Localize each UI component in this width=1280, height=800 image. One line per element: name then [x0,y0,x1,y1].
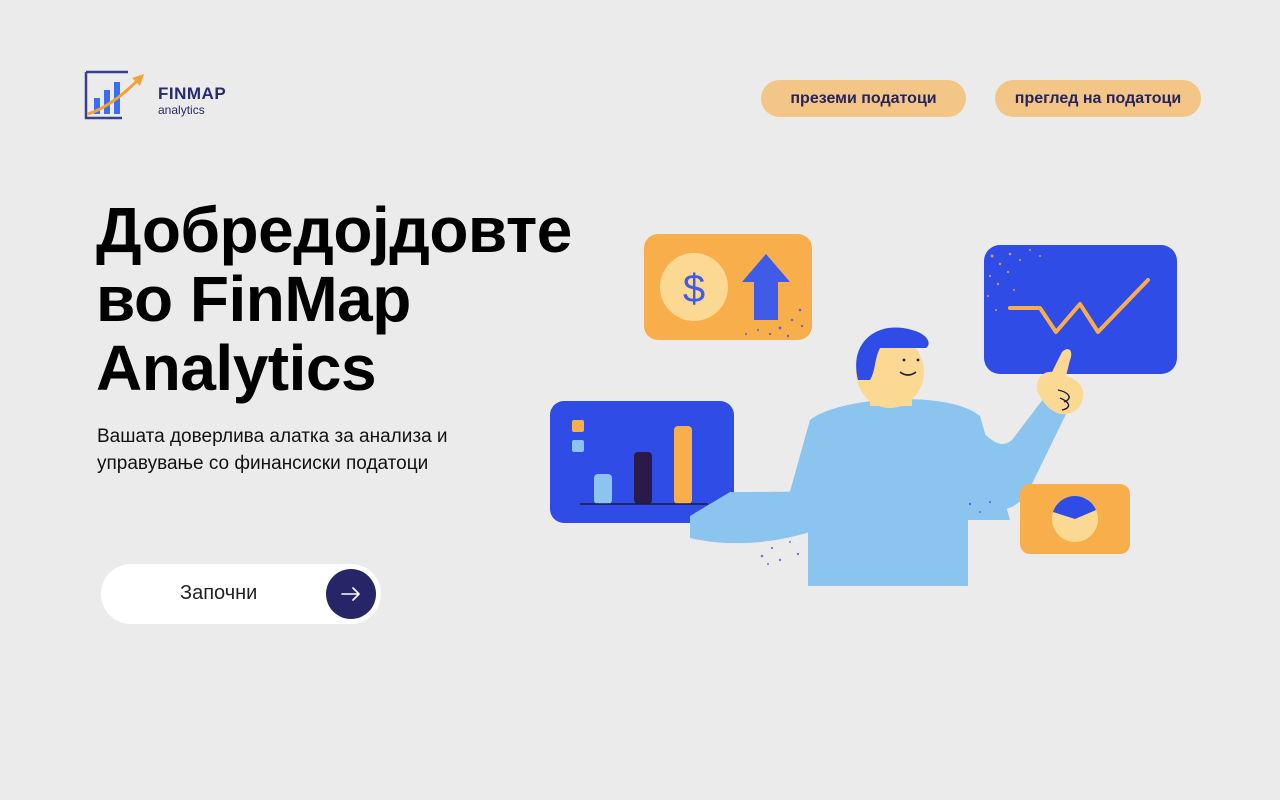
pie-chart-card [1020,484,1130,554]
page-title: Добредојдовте во FinMap Analytics [96,194,572,404]
dollar-card: $ [644,234,812,340]
bar-chart-card [550,401,734,523]
arrow-right-icon [326,569,376,619]
brand-logo[interactable]: FINMAP analytics [82,68,272,124]
hero-illustration: $ [550,234,1177,586]
get-started-button[interactable]: Започни [101,564,381,624]
data-overview-button[interactable]: преглед на податоци [995,80,1201,117]
logo-chart-icon [84,70,144,120]
brand-tagline: analytics [158,103,205,117]
line-chart-card [984,245,1177,374]
page-subtitle: Вашата доверлива алатка за анализа и упр… [97,426,448,474]
brand-name: FINMAP [158,84,227,103]
dollar-symbol: $ [683,267,705,311]
get-started-label: Започни [180,582,258,604]
download-data-button[interactable]: преземи податоци [761,80,966,117]
